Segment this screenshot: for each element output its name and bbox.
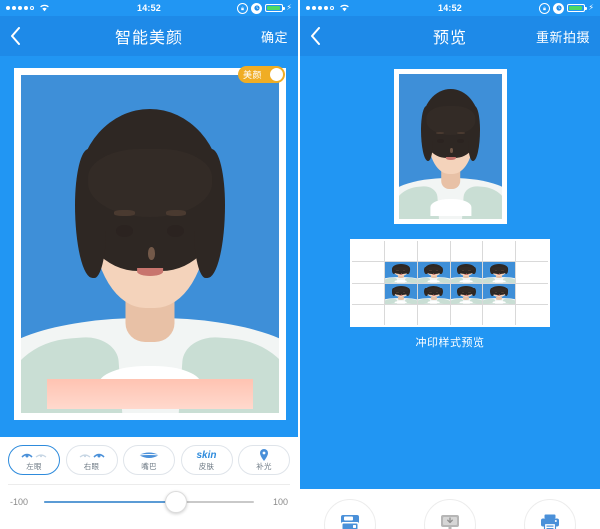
print-cell-empty xyxy=(384,241,417,262)
save-to-album-icon-circle xyxy=(324,499,376,529)
skin-icon-text: skin xyxy=(196,449,217,461)
print-cell-empty xyxy=(352,283,384,304)
slider-max-label: 100 xyxy=(272,497,288,507)
print-cell-empty xyxy=(450,304,483,325)
skin-icon: skin xyxy=(196,450,216,462)
slider-min-label: -100 xyxy=(10,497,29,507)
fill-light-icon xyxy=(259,449,269,462)
left-photo-stage: 美颜 xyxy=(0,56,298,437)
portrait-illustration xyxy=(399,74,502,219)
page-title: 智能美颜 xyxy=(114,30,183,47)
print-cell-empty xyxy=(450,241,483,262)
status-bar: 14:52 ⚡ xyxy=(300,0,600,16)
mouth-icon xyxy=(138,450,160,462)
tool-button-fill-light[interactable]: 补光 xyxy=(238,445,290,475)
status-bar-indicators: ⚡ xyxy=(539,2,594,14)
print-icon xyxy=(539,512,561,529)
rotation-lock-icon xyxy=(237,2,249,14)
print-layout-preview[interactable] xyxy=(350,239,550,327)
print-cell-empty xyxy=(483,241,516,262)
beauty-toggle[interactable]: 美颜 xyxy=(238,66,285,83)
back-button[interactable] xyxy=(10,27,36,45)
print-cell-photo xyxy=(384,262,417,283)
print-cell-empty xyxy=(384,304,417,325)
rotation-lock-icon xyxy=(539,2,551,14)
beauty-toggle-knob xyxy=(270,68,283,81)
retake-button[interactable]: 重新拍摄 xyxy=(536,27,590,46)
print-cell-photo xyxy=(384,283,417,304)
print-cell-photo xyxy=(483,283,516,304)
tool-label: 皮肤 xyxy=(198,461,215,471)
status-bar: 14:52 ⚡ xyxy=(0,0,298,16)
battery-icon xyxy=(265,4,286,12)
intensity-slider[interactable] xyxy=(44,491,254,513)
transfer-to-computer-icon-circle xyxy=(424,499,476,529)
right-nav-bar: 预览 重新拍摄 xyxy=(300,16,600,56)
left-nav-bar: 智能美颜 确定 xyxy=(0,16,298,56)
beauty-tool-area: 左眼 右眼 嘴巴 skin 皮肤 补光 -100 100 xyxy=(0,437,298,529)
photo-bottom-overlay-bar xyxy=(46,379,254,409)
print-cell-photo xyxy=(417,262,450,283)
tool-label: 补光 xyxy=(256,461,272,471)
tool-label: 左眼 xyxy=(26,461,42,471)
print-cell-photo xyxy=(417,283,450,304)
status-bar-indicators: ⚡ xyxy=(237,2,292,14)
slider-fill xyxy=(44,501,177,503)
right-screen-preview: 14:52 ⚡ 预览 重新拍摄 冲印样式预览 xyxy=(300,0,600,529)
print-cell-photo xyxy=(450,262,483,283)
print-cell-photo xyxy=(450,283,483,304)
right-action-area: 保存到相册 传到 xyxy=(300,489,600,529)
print-preview-caption: 冲印样式预览 xyxy=(415,337,485,349)
photo-frame xyxy=(14,68,286,420)
print-cell-empty xyxy=(516,262,548,283)
intensity-slider-row: -100 100 xyxy=(0,485,298,513)
tool-label: 右眼 xyxy=(83,461,100,471)
left-screen-beauty-editor: 14:52 ⚡ 智能美颜 确定 美颜 左眼 右眼 嘴巴 skin 皮肤 补光 -… xyxy=(0,0,300,529)
save-to-album-icon xyxy=(339,512,361,529)
print-cell-empty xyxy=(516,283,548,304)
print-cell-empty xyxy=(352,241,384,262)
portrait-photo[interactable] xyxy=(399,74,502,219)
beauty-tool-row: 左眼 右眼 嘴巴 skin 皮肤 补光 xyxy=(0,437,298,475)
print-cell-empty xyxy=(352,304,384,325)
tool-button-mouth[interactable]: 嘴巴 xyxy=(123,445,175,475)
slider-thumb[interactable] xyxy=(165,491,188,513)
portrait-illustration xyxy=(21,75,279,413)
right-preview-stage: 冲印样式预览 xyxy=(300,56,600,489)
tool-button-right-eye[interactable]: 右眼 xyxy=(65,445,118,475)
print-cell-empty xyxy=(417,241,450,262)
alarm-clock-icon xyxy=(251,2,263,14)
print-cell-empty xyxy=(352,262,384,283)
print-cell-empty xyxy=(483,304,516,325)
print-icon-circle xyxy=(524,499,576,529)
print-cell-empty xyxy=(417,304,450,325)
lightning-bolt-icon: ⚡ xyxy=(286,3,292,12)
alarm-clock-icon xyxy=(553,2,565,14)
battery-icon xyxy=(567,4,588,12)
lightning-bolt-icon: ⚡ xyxy=(588,3,594,12)
tool-button-skin[interactable]: skin 皮肤 xyxy=(180,445,233,475)
print-cell-photo xyxy=(483,262,516,283)
print-grid xyxy=(352,241,548,325)
portrait-photo[interactable] xyxy=(21,75,279,413)
tool-label: 嘴巴 xyxy=(141,461,157,471)
action-row: 保存到相册 传到 xyxy=(300,489,600,529)
right-eye-icon xyxy=(79,450,105,462)
print-cell-empty xyxy=(516,304,548,325)
back-button[interactable] xyxy=(310,27,336,45)
photo-frame xyxy=(394,69,507,224)
dual-screenshot-container: 14:52 ⚡ 智能美颜 确定 美颜 左眼 右眼 嘴巴 skin 皮肤 补光 -… xyxy=(0,0,600,529)
transfer-to-computer-button[interactable]: 传到电脑 xyxy=(410,499,490,529)
left-eye-icon xyxy=(21,450,47,462)
confirm-button[interactable]: 确定 xyxy=(261,27,288,46)
print-now-button[interactable]: 立即打印 xyxy=(510,499,590,529)
tool-button-left-eye[interactable]: 左眼 xyxy=(8,445,60,475)
save-to-album-button[interactable]: 保存到相册 xyxy=(310,499,390,529)
beauty-toggle-label: 美颜 xyxy=(243,70,263,80)
print-cell-empty xyxy=(516,241,548,262)
transfer-to-computer-icon xyxy=(439,512,461,529)
